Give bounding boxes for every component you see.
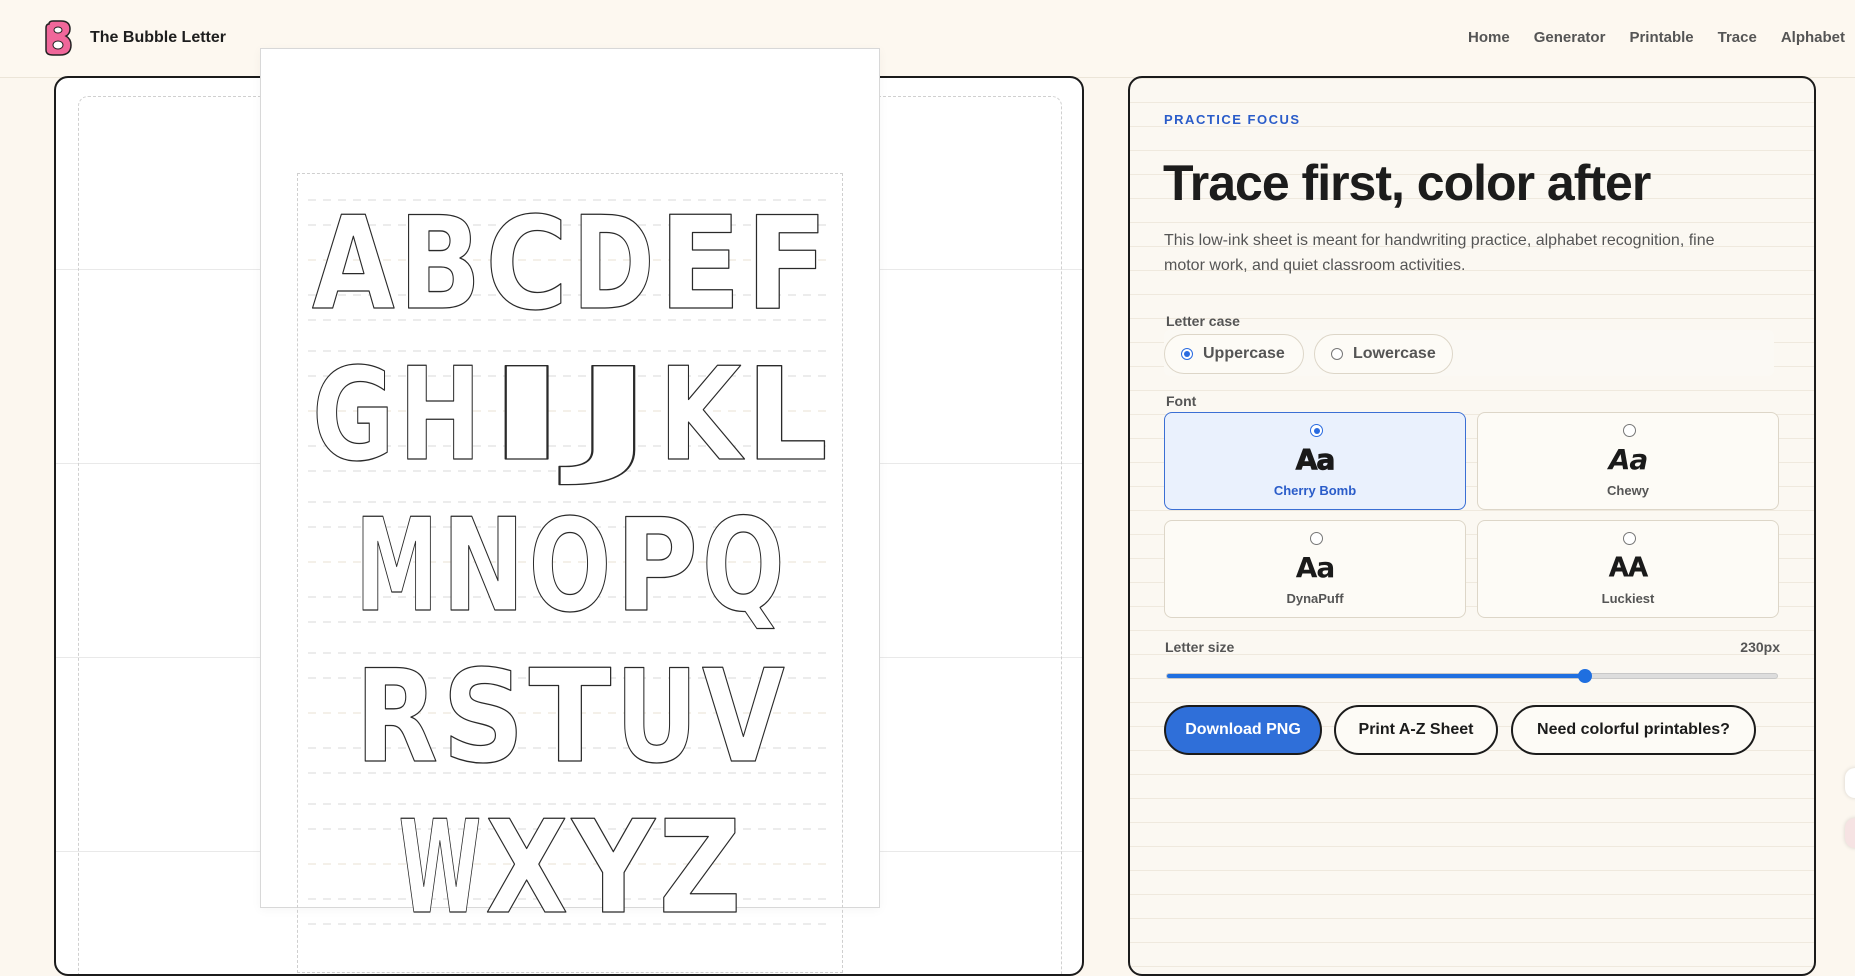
floating-widget-handle[interactable] [1845,768,1855,798]
bubble-letter: M [355,492,438,641]
font-name: Luckiest [1601,591,1655,606]
bubble-letter: E [659,190,742,339]
letter-case-label: Letter case [1166,313,1240,329]
font-sample: AA [1608,551,1648,583]
uppercase-option[interactable]: Uppercase [1164,334,1304,374]
font-radio-chewy[interactable] [1623,424,1636,437]
brand-name[interactable]: The Bubble Letter [90,29,226,47]
font-name: Chewy [1607,483,1649,498]
nav-printable[interactable]: Printable [1629,29,1693,46]
lowercase-option[interactable]: Lowercase [1314,334,1453,374]
bubble-b-logo-icon[interactable] [44,20,72,56]
bubble-letter: C [485,190,568,339]
font-option-luckiest[interactable]: AA Luckiest [1477,520,1779,618]
font-option-dynapuff[interactable]: Aa DynaPuff [1164,520,1466,618]
panel-headline: Trace first, color after [1163,155,1651,211]
panel-intro: This low-ink sheet is meant for handwrit… [1164,232,1715,274]
uppercase-label: Uppercase [1203,345,1285,362]
font-label: Font [1166,393,1197,409]
bubble-letter: G [312,341,395,490]
bubble-letter: P [615,492,698,641]
download-png-button[interactable]: Download PNG [1164,705,1322,755]
lowercase-radio[interactable] [1331,348,1343,360]
lowercase-label: Lowercase [1353,345,1436,362]
bubble-letter: Z [659,794,742,940]
colorful-printables-button[interactable]: Need colorful printables? [1511,705,1756,755]
letter-size-label: Letter size [1165,639,1235,655]
bubble-letter: S [442,643,525,792]
letter-case-group: Uppercase Lowercase [1164,330,1774,376]
slider-thumb[interactable] [1577,669,1592,683]
nav-alphabet[interactable]: Alphabet [1781,29,1845,46]
bubble-letter: A [312,190,395,339]
bubble-letter: D [572,190,655,339]
main-nav: Home Generator Printable Trace Alphabet [1444,29,1845,46]
nav-generator[interactable]: Generator [1534,29,1606,46]
font-name: Cherry Bomb [1273,483,1357,498]
bubble-letter: R [355,643,438,792]
font-sample: Aa [1608,443,1649,476]
letter-size-slider[interactable] [1166,669,1778,683]
bubble-alphabet-preview: A B C D E F G H IJ K L M N O P Q R S T U V W X Y Z [308,190,832,940]
font-radio-luckiest[interactable] [1623,532,1636,545]
bubble-letter: F [745,190,828,339]
nav-trace[interactable]: Trace [1718,29,1757,46]
font-name: DynaPuff [1286,591,1344,606]
bubble-letter: W [399,794,482,940]
font-radio-dynapuff[interactable] [1310,532,1323,545]
bubble-letter: V [702,643,785,792]
floating-widget-handle[interactable] [1845,818,1855,848]
bubble-letter: B [399,190,482,339]
bubble-letter: N [442,492,525,641]
bubble-letter: J [558,341,655,490]
bubble-letter: H [399,341,482,490]
practice-panel: PRACTICE FOCUS Trace first, color after … [1128,76,1816,976]
slider-fill [1167,674,1585,678]
font-option-cherry-bomb[interactable]: Aa Cherry Bomb [1164,412,1466,510]
font-option-chewy[interactable]: Aa Chewy [1477,412,1779,510]
bubble-letter: I [485,341,568,490]
font-sample: Aa [1295,443,1336,477]
font-radio-cherry-bomb[interactable] [1310,424,1323,437]
uppercase-radio[interactable] [1181,348,1193,360]
bubble-letter: X [485,794,568,940]
section-kicker: PRACTICE FOCUS [1164,112,1301,127]
bubble-letter: O [529,492,612,641]
letter-size-value: 230px [1740,639,1780,655]
nav-home[interactable]: Home [1468,29,1510,46]
bubble-letter: Q [702,492,785,641]
bubble-letter: K [659,341,746,490]
print-az-sheet-button[interactable]: Print A-Z Sheet [1334,705,1498,755]
bubble-letter: L [745,341,828,490]
bubble-letter: U [615,643,698,792]
font-sample: Aa [1295,551,1336,584]
bubble-letter: Y [570,794,656,940]
bubble-letter: T [529,643,612,792]
